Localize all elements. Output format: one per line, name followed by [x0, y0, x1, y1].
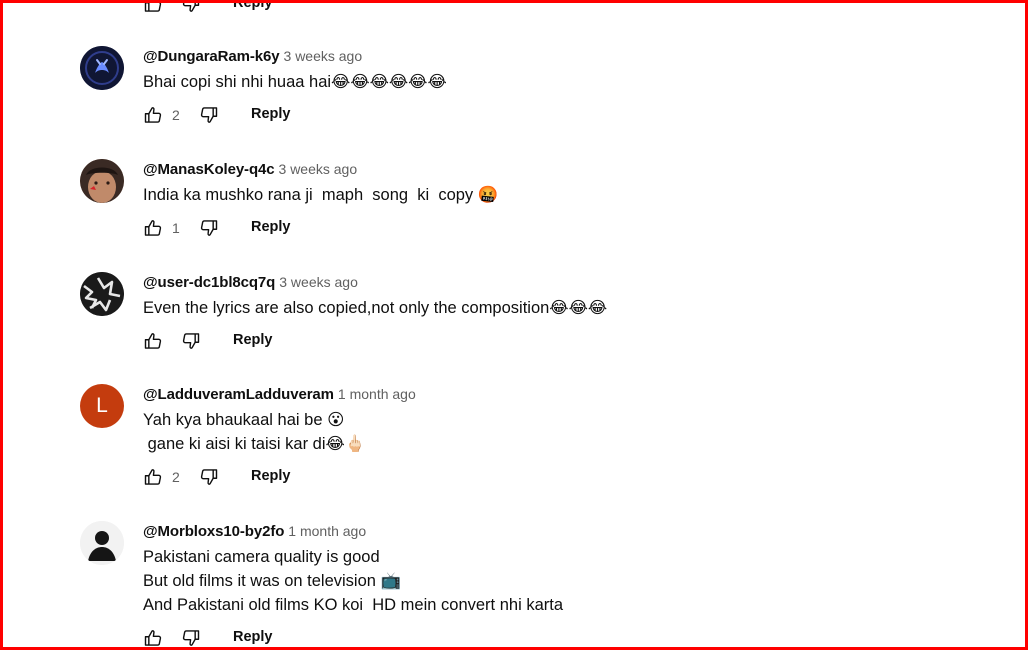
thumb-up-icon[interactable]: [143, 105, 163, 125]
comment-body: @DungaraRam-k6y 3 weeks ago Bhai copi shi…: [143, 46, 963, 129]
comment-text: India ka mushko rana ji maph song ki cop…: [143, 186, 499, 204]
comment-author[interactable]: @user-dc1bl8cq7q: [143, 274, 275, 291]
comment-body: @LadduveramLadduveram 1 month ago Yah kya…: [143, 384, 963, 491]
comment-header: @user-dc1bl8cq7q 3 weeks ago: [143, 272, 963, 292]
thumb-up-icon[interactable]: [143, 467, 163, 487]
thumb-down-icon[interactable]: [199, 218, 219, 238]
comment-body: Reply: [143, 0, 963, 18]
comment-header: @ManasKoley-q4c 3 weeks ago: [143, 159, 963, 179]
comment-author[interactable]: @ManasKoley-q4c: [143, 161, 275, 178]
comment-time[interactable]: 3 weeks ago: [279, 274, 358, 290]
avatar[interactable]: [80, 521, 124, 565]
comment-body: @ManasKoley-q4c 3 weeks ago India ka mush…: [143, 159, 963, 242]
avatar-image: [80, 46, 124, 90]
comment-actions: 2 Reply: [143, 105, 963, 129]
thumb-up-icon[interactable]: [143, 218, 163, 238]
comment-actions: Reply: [143, 331, 963, 355]
comment-author[interactable]: @LadduveramLadduveram: [143, 386, 334, 403]
reply-button[interactable]: Reply: [231, 328, 275, 352]
comment-actions: Reply: [143, 628, 963, 652]
comment-time[interactable]: 1 month ago: [338, 386, 416, 402]
reply-button[interactable]: Reply: [249, 464, 293, 488]
thumb-up-icon[interactable]: [143, 331, 163, 351]
comment-actions: Reply: [143, 0, 963, 18]
avatar-image: [80, 159, 124, 203]
thumb-down-icon[interactable]: [181, 0, 201, 14]
thumb-up-icon[interactable]: [143, 628, 163, 648]
reply-button[interactable]: Reply: [231, 625, 275, 649]
comment-text: Pakistani camera quality is good But old…: [143, 548, 564, 614]
reply-button[interactable]: Reply: [249, 215, 293, 239]
comment-time[interactable]: 3 weeks ago: [279, 161, 358, 177]
comment-author[interactable]: @DungaraRam-k6y: [143, 48, 280, 65]
thumb-down-icon[interactable]: [181, 331, 201, 351]
reply-button[interactable]: Reply: [249, 102, 293, 126]
comment-text: Bhai copi shi nhi huaa hai😂😂😂😂😂😂: [143, 73, 447, 91]
reply-button[interactable]: Reply: [231, 0, 275, 15]
like-count: 1: [172, 220, 180, 236]
avatar[interactable]: [80, 159, 124, 203]
thumb-down-icon[interactable]: [199, 105, 219, 125]
comment-time[interactable]: 1 month ago: [288, 523, 366, 539]
avatar-letter: L: [96, 394, 108, 417]
thumb-down-icon[interactable]: [181, 628, 201, 648]
avatar[interactable]: [80, 272, 124, 316]
comment-text: Yah kya bhaukaal hai be 😮 gane ki aisi k…: [143, 411, 366, 453]
avatar-image: [80, 272, 124, 316]
avatar[interactable]: L: [80, 384, 124, 428]
comment-author[interactable]: @Morbloxs10-by2fo: [143, 523, 284, 540]
comment-header: @Morbloxs10-by2fo 1 month ago: [143, 521, 963, 541]
comment-body: @user-dc1bl8cq7q 3 weeks ago Even the lyr…: [143, 272, 963, 355]
comment-header: @LadduveramLadduveram 1 month ago: [143, 384, 963, 404]
comment-header: @DungaraRam-k6y 3 weeks ago: [143, 46, 963, 66]
comment-body: @Morbloxs10-by2fo 1 month ago Pakistani c…: [143, 521, 963, 652]
comment-actions: 1 Reply: [143, 218, 963, 242]
comment-text: Even the lyrics are also copied,not only…: [143, 299, 608, 317]
avatar-image: [80, 521, 124, 565]
avatar[interactable]: [80, 46, 124, 90]
like-count: 2: [172, 107, 180, 123]
comment-time[interactable]: 3 weeks ago: [284, 48, 363, 64]
comment-actions: 2 Reply: [143, 467, 963, 491]
thumb-up-icon[interactable]: [143, 0, 163, 14]
thumb-down-icon[interactable]: [199, 467, 219, 487]
like-count: 2: [172, 469, 180, 485]
